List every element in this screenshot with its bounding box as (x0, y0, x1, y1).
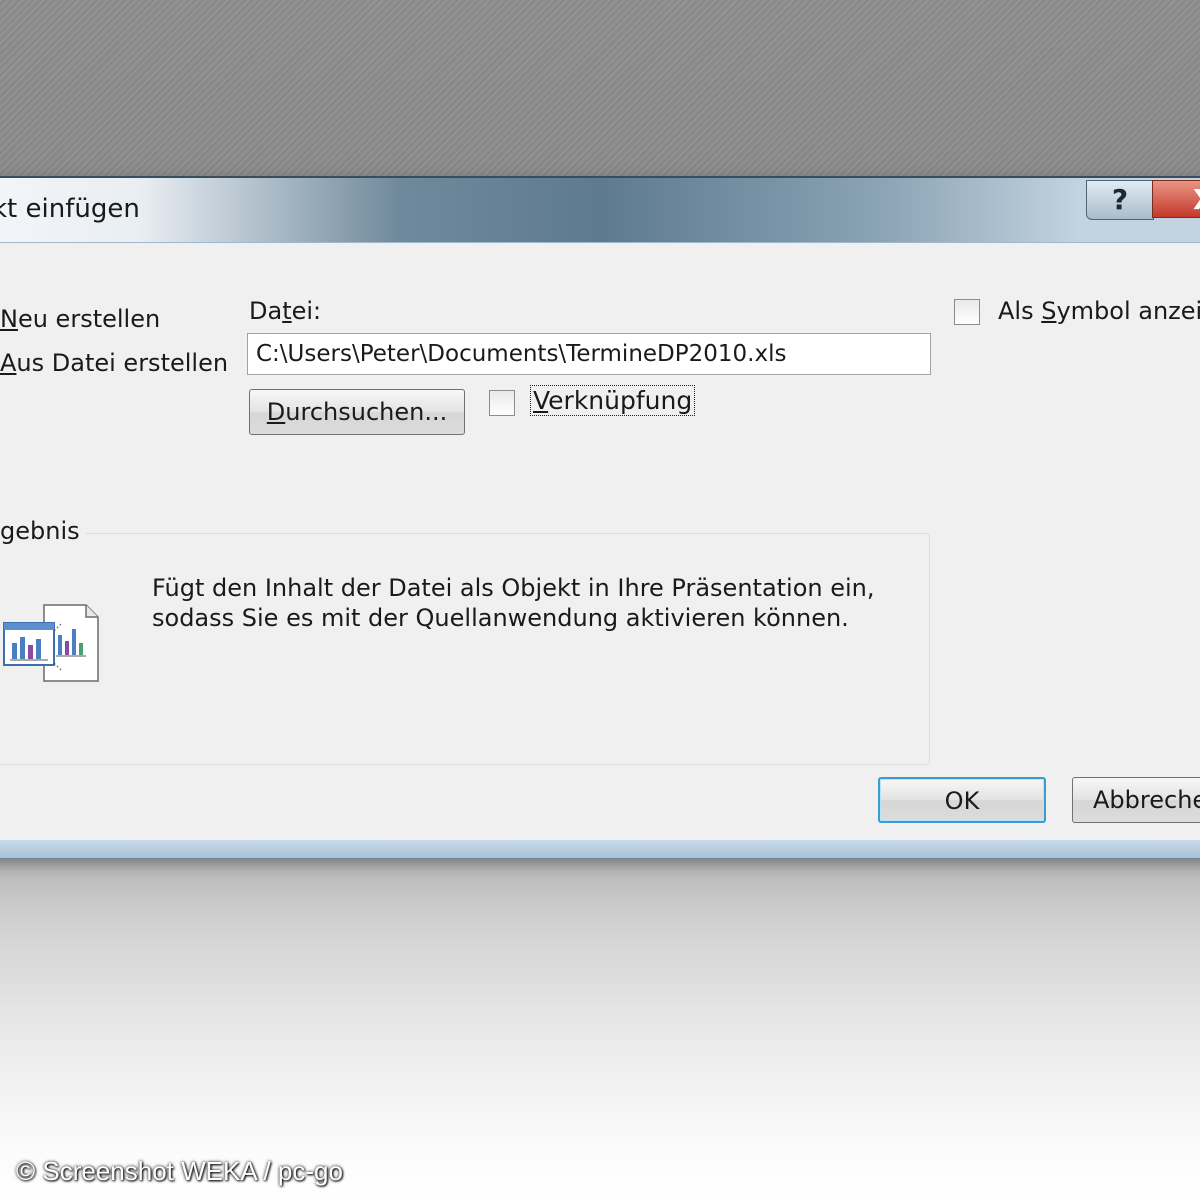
result-groupbox (0, 533, 930, 765)
background-bottom (0, 858, 1200, 1200)
help-icon: ? (1111, 183, 1129, 216)
link-checkbox-label[interactable]: Verknüpfung (530, 385, 696, 416)
display-as-icon-checkbox[interactable] (954, 299, 980, 325)
help-button[interactable]: ? (1086, 180, 1154, 220)
link-checkbox[interactable] (489, 390, 515, 416)
ok-button[interactable]: OK (878, 777, 1046, 823)
background-top (0, 0, 1200, 176)
file-path-input[interactable]: C:\Users\Peter\Documents\TermineDP2010.x… (247, 333, 931, 375)
insert-object-dialog: kt einfügen ? X Neu erstellen Aus Datei … (0, 176, 1200, 859)
dialog-title: kt einfügen (0, 194, 140, 224)
dialog-bottom-frame (0, 840, 1200, 859)
cancel-button[interactable]: Abbreche (1072, 777, 1200, 823)
embedded-object-icon (3, 604, 99, 682)
display-as-icon-label[interactable]: Als Symbol anzeig (998, 297, 1200, 325)
file-label: Datei: (249, 297, 322, 325)
result-group-title: gebnis (0, 517, 86, 545)
title-bar: kt einfügen ? X (0, 176, 1200, 242)
result-description: Fügt den Inhalt der Datei als Objekt in … (152, 574, 875, 632)
radio-aus-datei-erstellen[interactable]: Aus Datei erstellen (0, 349, 228, 377)
image-credit: © Screenshot WEKA / pc-go (16, 1156, 343, 1186)
radio-neu-erstellen[interactable]: Neu erstellen (0, 305, 160, 333)
close-button[interactable]: X (1152, 180, 1200, 218)
dialog-content: Neu erstellen Aus Datei erstellen Datei:… (0, 242, 1200, 841)
browse-button[interactable]: Durchsuchen... (249, 389, 465, 435)
close-icon: X (1193, 183, 1200, 216)
